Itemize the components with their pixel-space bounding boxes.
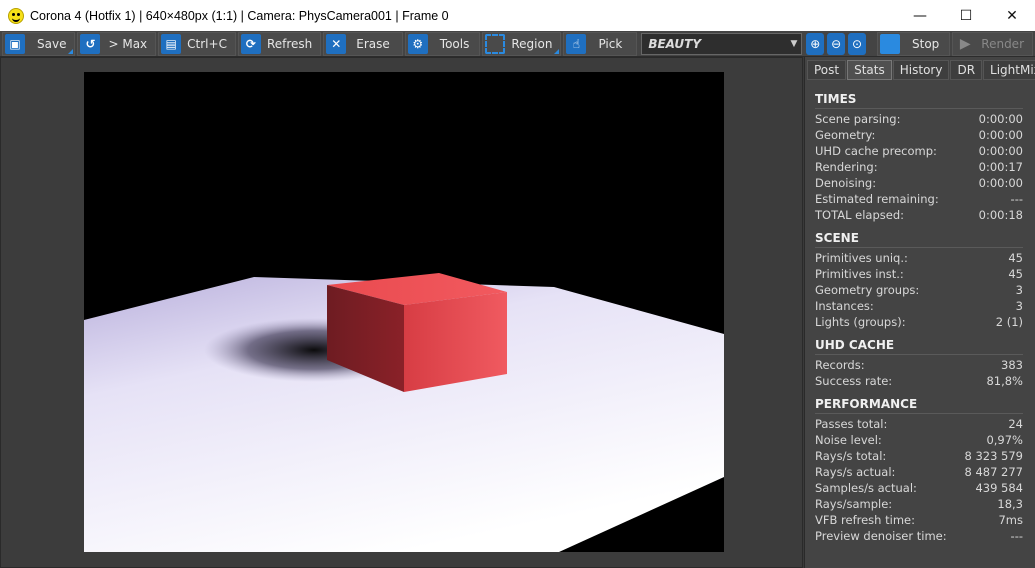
stop-square-icon [880, 33, 900, 54]
side-panel: Post Stats History DR LightMix TIMES Sce… [804, 57, 1035, 568]
tab-stats[interactable]: Stats [847, 60, 892, 80]
hand-pointer-icon: ☝ [566, 33, 587, 54]
chevron-down-icon: ▼ [790, 38, 798, 49]
region-select-icon [485, 33, 506, 54]
section-title-uhd-cache: UHD CACHE [815, 334, 1023, 355]
clipboard-icon: ▤ [161, 33, 182, 54]
refresh-button[interactable]: ⟳ Refresh [237, 31, 322, 56]
stat-row: Denoising: 0:00:00 [815, 176, 1023, 190]
stat-row: VFB refresh time: 7ms [815, 513, 1023, 527]
tab-history[interactable]: History [892, 60, 950, 80]
zoom-in-icon[interactable]: ⊕ [806, 32, 825, 55]
dropdown-corner-icon [554, 48, 560, 54]
stat-row: UHD cache precomp: 0:00:00 [815, 144, 1023, 158]
stat-row: Noise level: 0,97% [815, 433, 1023, 447]
stat-row: Lights (groups): 2 (1) [815, 315, 1023, 329]
stat-row: Geometry groups: 3 [815, 283, 1023, 297]
section-title-times: TIMES [815, 88, 1023, 109]
stat-row: Instances: 3 [815, 299, 1023, 313]
stat-row: Estimated remaining: --- [815, 192, 1023, 206]
region-button[interactable]: Region [482, 31, 562, 56]
tools-button[interactable]: ⚙ Tools [404, 31, 481, 56]
render-pass-value: BEAUTY [648, 36, 702, 51]
stat-row: Primitives uniq.: 45 [815, 251, 1023, 265]
render-pass-select[interactable]: BEAUTY ▼ [641, 32, 803, 55]
panel-tabs: Post Stats History DR LightMix [805, 60, 1035, 82]
corona-logo-icon [8, 7, 24, 24]
maximize-button[interactable]: ☐ [943, 0, 989, 31]
toolbar: ▣ Save ↺ > Max ▤ Ctrl+C ⟳ Refresh ✕ Eras… [0, 31, 1035, 57]
stat-row: Scene parsing: 0:00:00 [815, 112, 1023, 126]
stat-row: Rays/sample: 18,3 [815, 497, 1023, 511]
stat-row: Primitives inst.: 45 [815, 267, 1023, 281]
window-title: Corona 4 (Hotfix 1) | 640×480px (1:1) | … [30, 8, 449, 23]
minimize-button[interactable]: — [897, 0, 943, 31]
stat-row: TOTAL elapsed: 0:00:18 [815, 208, 1023, 222]
stat-row: Geometry: 0:00:00 [815, 128, 1023, 142]
refresh-icon: ⟳ [240, 33, 261, 54]
floppy-icon: ▣ [5, 33, 25, 54]
erase-x-icon: ✕ [326, 33, 347, 54]
pick-button[interactable]: ☝ Pick [563, 31, 638, 56]
dropdown-corner-icon [68, 48, 74, 54]
rendered-image [84, 72, 724, 552]
title-bar: Corona 4 (Hotfix 1) | 640×480px (1:1) | … [0, 0, 1035, 31]
tab-dr[interactable]: DR [950, 60, 983, 80]
zoom-out-icon[interactable]: ⊖ [827, 32, 846, 55]
stat-row: Passes total: 24 [815, 417, 1023, 431]
tab-post[interactable]: Post [807, 60, 847, 80]
stat-row: Rendering: 0:00:17 [815, 160, 1023, 174]
stat-row: Records: 383 [815, 358, 1023, 372]
zoom-fit-icon[interactable]: ⊙ [848, 32, 866, 55]
stat-row: Preview denoiser time: --- [815, 529, 1023, 543]
max-button[interactable]: ↺ > Max [77, 31, 157, 56]
render-scene [84, 72, 724, 552]
render-button[interactable]: ▶ Render [952, 31, 1034, 56]
section-title-performance: PERFORMANCE [815, 393, 1023, 414]
render-viewport[interactable] [0, 57, 803, 568]
stop-button[interactable]: Stop [877, 31, 951, 56]
gear-icon: ⚙ [407, 33, 428, 54]
copy-button[interactable]: ▤ Ctrl+C [158, 31, 236, 56]
stat-row: Success rate: 81,8% [815, 374, 1023, 388]
spiral-icon: ↺ [80, 33, 101, 54]
section-title-scene: SCENE [815, 227, 1023, 248]
window-controls: — ☐ ✕ [897, 0, 1035, 31]
erase-button[interactable]: ✕ Erase [323, 31, 403, 56]
stats-content: TIMES Scene parsing: 0:00:00 Geometry: 0:0… [805, 82, 1035, 544]
tab-lightmix[interactable]: LightMix [983, 60, 1035, 80]
play-icon: ▶ [959, 35, 971, 52]
close-button[interactable]: ✕ [989, 0, 1035, 31]
save-button[interactable]: ▣ Save [2, 31, 76, 56]
stat-row: Rays/s total: 8 323 579 [815, 449, 1023, 463]
stat-row: Rays/s actual: 8 487 277 [815, 465, 1023, 479]
stat-row: Samples/s actual: 439 584 [815, 481, 1023, 495]
